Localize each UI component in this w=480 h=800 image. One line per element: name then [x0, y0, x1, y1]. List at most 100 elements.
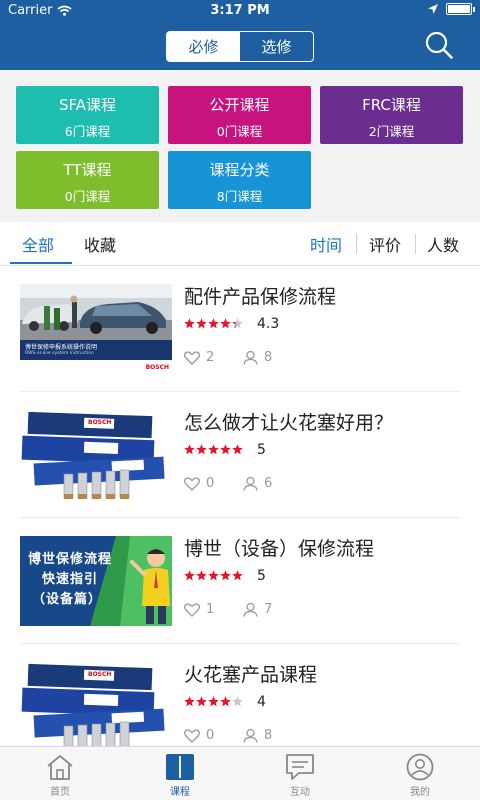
status-time: 3:17 PM — [210, 3, 270, 18]
star-icon — [184, 696, 195, 707]
star-icon — [232, 444, 243, 455]
active-tab-underline — [10, 262, 72, 264]
like-count: 1 — [206, 602, 215, 617]
brand-logo: BOSCH — [88, 671, 112, 678]
category-tile-public[interactable]: 公开课程 0门课程 — [168, 86, 311, 144]
search-icon[interactable] — [424, 30, 454, 60]
category-name: FRC课程 — [362, 96, 421, 114]
person-icon — [243, 350, 258, 365]
learner-count: 8 — [264, 350, 273, 365]
category-name: TT课程 — [63, 161, 112, 179]
category-count: 6门课程 — [64, 124, 111, 139]
tab-courses[interactable]: 课程 — [120, 747, 240, 800]
course-thumbnail: 博世保修流程 快速指引 （设备篇） — [20, 536, 172, 626]
person-icon — [243, 728, 258, 743]
app-header: Carrier 3:17 PM 必修 选修 — [0, 0, 480, 70]
book-icon — [166, 754, 194, 780]
category-count: 8门课程 — [216, 189, 263, 204]
course-item[interactable]: 博世保修流程 快速指引 （设备篇） 博世（设备）保修流程 5 1 7 — [0, 518, 480, 644]
heart-icon — [184, 350, 200, 365]
rating-score: 5 — [257, 442, 266, 458]
star-icon — [208, 318, 219, 329]
star-icon — [184, 318, 195, 329]
learner-info: 8 — [243, 350, 272, 365]
tab-home[interactable]: 首页 — [0, 747, 120, 800]
heart-icon — [184, 476, 200, 491]
person-icon — [243, 602, 258, 617]
like-info[interactable]: 1 — [184, 602, 214, 617]
thumbnail-subcaption: RWS-online system instruction — [25, 351, 94, 356]
guide-edition: （设备篇） — [32, 592, 103, 607]
segment-required[interactable]: 必修 — [167, 32, 240, 61]
heart-icon — [184, 728, 200, 743]
course-thumbnail: 博世保修申报系统操作说明 RWS-online system instructi… — [20, 284, 172, 374]
star-icon — [232, 570, 243, 581]
course-type-segment: 必修 选修 — [166, 31, 314, 62]
status-right — [428, 3, 475, 15]
course-title: 配件产品保修流程 — [184, 286, 337, 308]
thumbnail-caption: 博世保修申报系统操作说明 — [25, 344, 98, 351]
like-info[interactable]: 2 — [184, 350, 214, 365]
category-tile-classification[interactable]: 课程分类 8门课程 — [168, 151, 311, 209]
category-tile-tt[interactable]: TT课程 0门课程 — [16, 151, 159, 209]
tab-label: 我的 — [410, 787, 430, 798]
tab-interaction[interactable]: 互动 — [240, 747, 360, 800]
category-name: SFA课程 — [58, 96, 117, 114]
star-icon — [208, 444, 219, 455]
learner-info: 6 — [243, 476, 272, 491]
course-item[interactable]: 博世保修申报系统操作说明 RWS-online system instructi… — [0, 266, 480, 392]
star-icon — [220, 444, 231, 455]
star-icon — [232, 318, 243, 329]
battery-icon — [446, 3, 475, 15]
tab-all[interactable]: 全部 — [22, 232, 54, 256]
location-arrow-icon — [428, 4, 438, 14]
sort-by-learners[interactable]: 人数 — [427, 232, 459, 256]
segment-elective[interactable]: 选修 — [240, 32, 313, 61]
like-info[interactable]: 0 — [184, 476, 214, 491]
bottom-tab-bar: 首页 课程 互动 我的 — [0, 746, 480, 800]
star-icon — [208, 696, 219, 707]
rating-score: 4.3 — [257, 316, 280, 332]
filter-bar: 全部 收藏 时间 评价 人数 — [0, 222, 480, 266]
profile-icon — [406, 753, 434, 781]
tab-label: 首页 — [50, 787, 70, 798]
learner-info: 7 — [243, 602, 272, 617]
category-tile-frc[interactable]: FRC课程 2门课程 — [320, 86, 463, 144]
guide-subtitle: 快速指引 — [42, 572, 99, 587]
star-icon — [232, 696, 243, 707]
star-icon — [196, 570, 207, 581]
rating-stars — [184, 696, 243, 707]
chat-icon — [286, 754, 314, 780]
rating-score: 4 — [257, 694, 266, 710]
tab-favorites[interactable]: 收藏 — [84, 232, 116, 256]
star-icon — [220, 318, 231, 329]
tab-label: 互动 — [290, 787, 310, 798]
heart-icon — [184, 602, 200, 617]
learner-count: 7 — [264, 602, 273, 617]
status-bar: Carrier 3:17 PM — [0, 0, 480, 22]
rating-stars — [184, 570, 243, 581]
course-title: 火花塞产品课程 — [184, 664, 318, 686]
tab-profile[interactable]: 我的 — [360, 747, 480, 800]
like-count: 2 — [206, 350, 215, 365]
star-icon — [196, 318, 207, 329]
sort-by-time[interactable]: 时间 — [310, 232, 342, 256]
brand-logo: BOSCH — [145, 364, 169, 371]
course-item[interactable]: BOSCH 怎么做才让火花塞好用？ 5 0 6 — [0, 392, 480, 518]
rating-stars — [184, 444, 243, 455]
learner-info: 8 — [243, 728, 272, 743]
category-grid: SFA课程 6门课程 公开课程 0门课程 FRC课程 2门课程 TT课程 0门课… — [0, 70, 480, 222]
category-count: 0门课程 — [216, 124, 263, 139]
sort-by-rating[interactable]: 评价 — [369, 232, 401, 256]
home-icon — [47, 755, 73, 780]
star-icon — [196, 696, 207, 707]
course-item[interactable]: BOSCH 火花塞产品课程 4 0 8 — [0, 644, 480, 746]
category-tile-sfa[interactable]: SFA课程 6门课程 — [16, 86, 159, 144]
like-info[interactable]: 0 — [184, 728, 214, 743]
like-count: 0 — [206, 476, 215, 491]
star-icon — [220, 570, 231, 581]
person-icon — [243, 476, 258, 491]
tab-label: 课程 — [170, 787, 190, 798]
star-icon — [184, 444, 195, 455]
category-name: 公开课程 — [209, 96, 270, 114]
